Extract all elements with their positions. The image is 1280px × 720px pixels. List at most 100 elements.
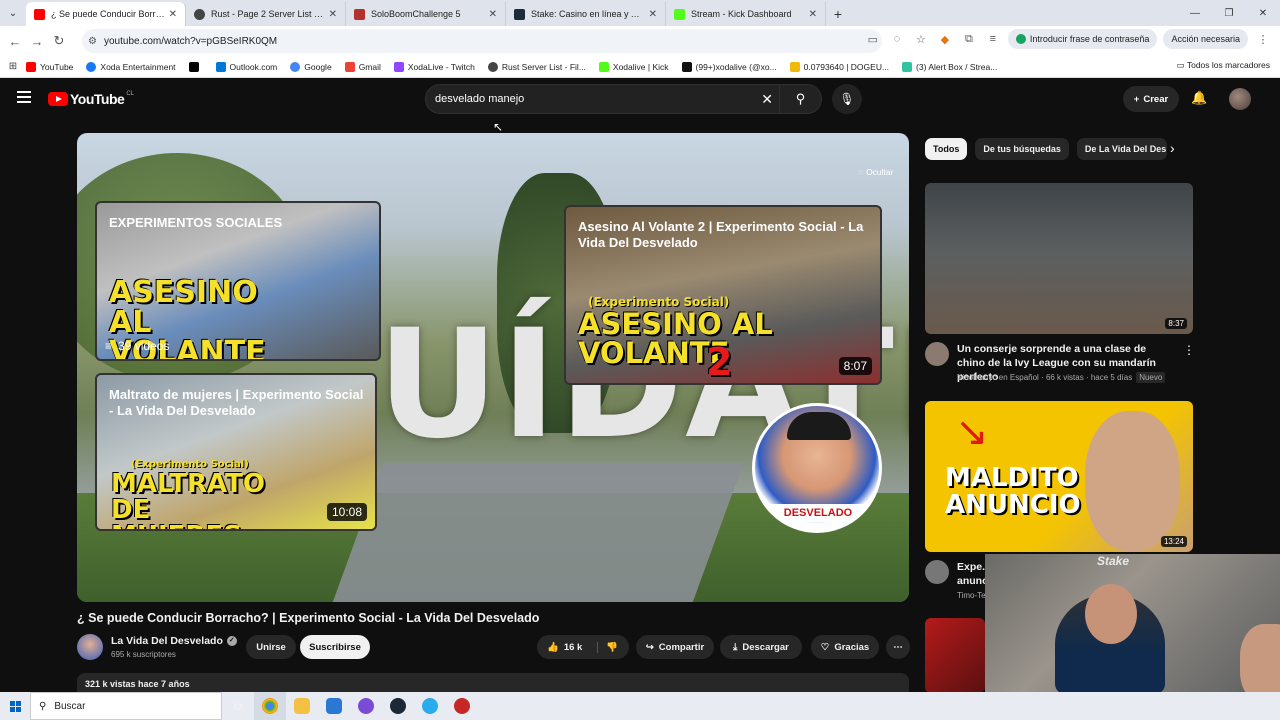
url-input[interactable]: ⚙ youtube.com/watch?v=pGBSeIRK0QM <box>82 29 882 53</box>
clear-search-icon[interactable]: ✕ <box>761 91 773 108</box>
bookmark-youtube[interactable]: YouTube <box>26 61 73 72</box>
recommended-channel[interactable]: Xiaomanyc en Español <box>957 373 1039 382</box>
bookmark-rust[interactable]: Rust Server List - Fil... <box>487 61 586 72</box>
forward-icon[interactable]: → <box>26 34 48 49</box>
share-button[interactable]: ↪ Compartir <box>636 635 714 659</box>
menu-kebab-icon[interactable]: ⋮ <box>1254 33 1272 46</box>
all-bookmarks-label: Todos los marcadores <box>1186 60 1270 70</box>
close-tab-icon[interactable]: ✕ <box>169 9 177 20</box>
card-duration: 10:08 <box>326 503 367 521</box>
card-thumbnail-text: ASESINO AL VOLANTE <box>578 307 773 370</box>
bookmark-binance[interactable]: 0.0793640 | DOGEU... <box>789 61 889 72</box>
steam-icon[interactable] <box>382 692 414 720</box>
minimize-icon[interactable]: — <box>1178 0 1212 26</box>
channel-name[interactable]: La Vida Del Desvelado ✓ <box>111 635 237 647</box>
new-tab-button[interactable]: + <box>826 2 850 26</box>
more-options-icon[interactable]: ⋮ <box>1183 343 1195 357</box>
bookmark-streamlabs[interactable]: (3) Alert Box / Strea... <box>902 61 997 72</box>
reading-list-icon[interactable]: ≡ <box>984 33 1002 45</box>
extensions-icon[interactable]: ⧉ <box>960 33 978 46</box>
bookmark-outlook[interactable]: Outlook.com <box>215 61 277 72</box>
endscreen-video-card[interactable]: Maltrato de mujeres | Experimento Social… <box>95 373 377 531</box>
share-icon: ↪ <box>645 641 654 653</box>
windows-start-icon[interactable] <box>0 692 30 720</box>
action-needed-button[interactable]: Acción necesaria <box>1163 29 1248 49</box>
apps-icon[interactable]: ⊞ <box>0 61 26 72</box>
bookmark-twitch[interactable]: XodaLive - Twitch <box>393 61 475 72</box>
hide-endscreen-button[interactable]: ◌ Ocultar <box>858 167 893 177</box>
bookmark-kick[interactable]: Xodalive | Kick <box>598 61 669 72</box>
passphrase-button[interactable]: Introducir frase de contraseña <box>1007 29 1158 49</box>
recommended-thumbnail[interactable]: MALDITO ANUNCIO ↘ 13:24 <box>925 401 1193 552</box>
notifications-bell-icon[interactable]: 🔔 <box>1191 90 1207 106</box>
bookmark-xoda[interactable]: Xoda Entertainment <box>86 61 176 72</box>
file-explorer-icon[interactable] <box>286 692 318 720</box>
metamask-icon[interactable]: ◆ <box>936 33 954 46</box>
video-player[interactable]: UÍDATE ◌Ocultar EXPERIMENTOS SOCIALES AS… <box>77 133 909 602</box>
bookmark-star-icon[interactable]: ☆ <box>912 33 930 46</box>
tab-youtube[interactable]: ¿ Se puede Conducir Borracho? ✕ <box>26 2 186 26</box>
thumbnail-text: MALDITO ANUNCIO <box>945 463 1081 521</box>
endscreen-video-card[interactable]: Asesino Al Volante 2 | Experimento Socia… <box>564 205 882 385</box>
recorder-icon[interactable] <box>446 692 478 720</box>
description-box[interactable]: 321 k vistas hace 7 años <box>77 673 909 693</box>
tab-search-icon[interactable]: ⌄ <box>0 0 26 26</box>
chip-all[interactable]: Todos <box>925 138 968 160</box>
back-icon[interactable]: ← <box>4 34 26 49</box>
account-avatar[interactable] <box>1229 88 1251 110</box>
more-actions-icon[interactable]: ⋯ <box>886 635 910 659</box>
subscribe-button[interactable]: Suscribirse <box>300 635 370 659</box>
channel-avatar[interactable] <box>925 560 949 584</box>
store-icon[interactable] <box>318 692 350 720</box>
install-icon[interactable]: ▭ <box>864 33 882 46</box>
chevron-right-icon[interactable]: › <box>1170 140 1175 156</box>
channel-avatar[interactable] <box>77 634 103 660</box>
tab-stake[interactable]: Stake: Casino en línea y Apuesta ✕ <box>506 2 666 26</box>
recommended-thumbnail[interactable] <box>925 618 985 693</box>
telegram-icon[interactable] <box>414 692 446 720</box>
dislike-icon[interactable]: 👎 <box>597 641 618 653</box>
bookmark-tiktok[interactable]: (99+)xodalive (@xo... <box>681 61 777 72</box>
tab-rust[interactable]: Rust - Page 2 Server List - Filter ✕ <box>186 2 346 26</box>
restore-icon[interactable]: ❐ <box>1212 0 1246 26</box>
download-button[interactable]: ⤓ Descargar <box>720 635 802 659</box>
recommended-thumbnail[interactable]: 8:37 <box>925 183 1193 334</box>
bookmark-google[interactable]: Google <box>290 61 332 72</box>
taskbar-search-input[interactable]: ⚲ Buscar <box>30 692 222 720</box>
close-tab-icon[interactable]: ✕ <box>489 9 497 20</box>
youtube-logo[interactable]: YouTube CL <box>48 91 134 107</box>
reload-icon[interactable]: ↻ <box>48 33 70 49</box>
all-bookmarks[interactable]: ▭ Todos los marcadores <box>1177 60 1270 71</box>
task-view-icon[interactable]: ⧉ <box>222 692 254 720</box>
url-text: youtube.com/watch?v=pGBSeIRK0QM <box>104 35 278 47</box>
chip-from-channel[interactable]: De La Vida Del Des <box>1076 138 1167 160</box>
eye-off-icon[interactable]: ◌ <box>888 33 906 45</box>
tab-soloboom[interactable]: SoloBoomChallenge 5 ✕ <box>346 2 506 26</box>
create-button[interactable]: + Crear <box>1123 86 1179 112</box>
chrome-icon[interactable] <box>254 692 286 720</box>
like-count[interactable]: 16 k <box>564 642 583 653</box>
tab-kick[interactable]: Stream - Kick Dashboard ✕ <box>666 2 826 26</box>
voice-search-icon[interactable]: 🎙 <box>832 84 862 114</box>
site-info-icon[interactable]: ⚙ <box>88 36 97 47</box>
bookmark-x[interactable] <box>188 61 203 72</box>
channel-avatar[interactable] <box>925 342 949 366</box>
hamburger-menu-icon[interactable] <box>17 91 31 103</box>
search-button[interactable]: ⚲ <box>779 85 821 113</box>
bookmark-gmail[interactable]: Gmail <box>344 61 381 72</box>
endscreen-playlist-card[interactable]: EXPERIMENTOS SOCIALES ASESINO AL VOLANTE… <box>95 201 381 361</box>
close-tab-icon[interactable]: ✕ <box>809 9 817 20</box>
close-tab-icon[interactable]: ✕ <box>649 9 657 20</box>
search-input[interactable]: desvelado manejo ✕ ⚲ <box>425 84 822 114</box>
thanks-button[interactable]: ♡ Gracias <box>811 635 879 659</box>
streaming-app-icon[interactable] <box>350 692 382 720</box>
chip-from-searches[interactable]: De tus búsquedas <box>975 138 1069 160</box>
bookmark-label: Xoda Entertainment <box>100 61 176 72</box>
join-button[interactable]: Unirse <box>246 635 296 659</box>
recommended-meta: Xiaomanyc en Español · 66 k vistas · hac… <box>957 372 1166 383</box>
close-tab-icon[interactable]: ✕ <box>329 9 337 20</box>
channel-logo-subscribe[interactable]: DESVELADO <box>752 403 882 533</box>
like-icon[interactable]: 👍 <box>547 642 559 653</box>
create-label: Crear <box>1143 93 1169 105</box>
close-window-icon[interactable]: ✕ <box>1246 0 1280 26</box>
